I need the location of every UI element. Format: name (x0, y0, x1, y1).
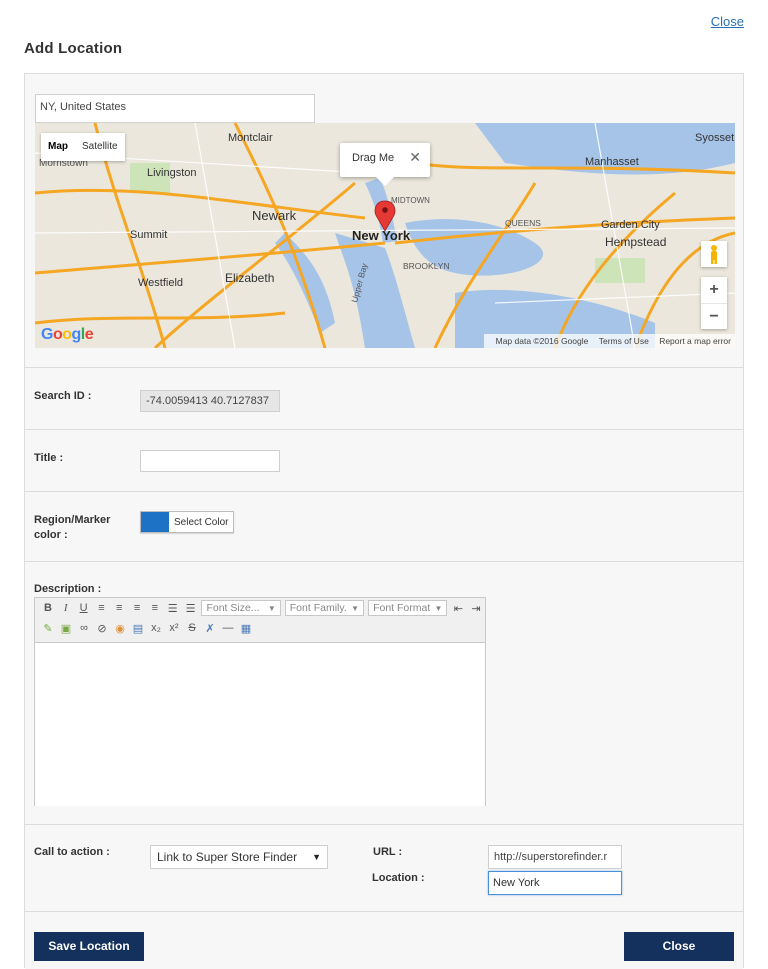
close-button[interactable]: Close (624, 932, 734, 961)
map-type-control: Map Satellite (41, 133, 125, 161)
map-label: MIDTOWN (391, 196, 430, 205)
map-label: New York (352, 228, 411, 243)
save-location-button[interactable]: Save Location (34, 932, 144, 961)
color-swatch (141, 512, 169, 532)
button-row: Save Location Close (25, 911, 743, 969)
google-logo: Google (41, 326, 94, 343)
map-label: Newark (252, 208, 297, 223)
font-format-label: Font Format (373, 602, 431, 614)
unordered-list-icon[interactable]: ☰ (164, 602, 182, 615)
paste-icon[interactable]: ▣ (57, 622, 75, 635)
font-format-select[interactable]: Font Format ▼ (368, 600, 448, 616)
horizontal-rule-icon[interactable]: ― (219, 622, 237, 634)
color-label-line2: color : (34, 529, 68, 541)
map-label: Manhasset (585, 156, 639, 168)
remove-format-icon[interactable]: ✗ (201, 622, 219, 635)
color-row: Region/Marker color : Select Color (25, 491, 743, 561)
select-color-label: Select Color (174, 516, 229, 528)
map-search-input[interactable]: NY, United States (35, 94, 315, 123)
outdent-icon[interactable]: ⇤ (449, 602, 467, 615)
map-type-map-button[interactable]: Map (41, 133, 75, 161)
description-textarea[interactable] (35, 642, 485, 806)
map[interactable]: Montclair Livingston Newark Summit Westf… (35, 123, 735, 348)
search-id-row: Search ID : -74.0059413 40.7127837 (25, 367, 743, 429)
location-form-panel: NY, United States Montclair Livingston N… (24, 73, 744, 969)
map-label: BROOKLYN (403, 261, 450, 271)
chevron-down-icon: ▼ (351, 603, 360, 613)
search-id-field: -74.0059413 40.7127837 (140, 390, 280, 412)
chevron-down-icon: ▼ (312, 852, 321, 862)
align-left-icon[interactable]: ≡ (92, 602, 110, 614)
cta-select[interactable]: Link to Super Store Finder ▼ (150, 845, 328, 869)
location-label: Location : (372, 872, 425, 884)
url-label: URL : (373, 846, 403, 858)
unlink-icon[interactable]: ⊘ (93, 622, 111, 635)
map-label: Elizabeth (225, 271, 274, 285)
close-link[interactable]: Close (711, 14, 744, 29)
align-center-icon[interactable]: ≡ (110, 602, 128, 614)
street-view-pegman-icon[interactable] (701, 241, 727, 267)
strikethrough-icon[interactable]: S (183, 622, 201, 634)
map-label: QUEENS (505, 218, 541, 228)
image-icon[interactable]: ◉ (111, 622, 129, 635)
zoom-in-button[interactable]: + (701, 277, 727, 303)
title-label: Title : (34, 452, 64, 464)
terms-of-use-link[interactable]: Terms of Use (599, 336, 649, 346)
zoom-out-button[interactable]: − (701, 303, 727, 330)
map-data-text: Map data ©2016 Google (495, 336, 589, 346)
map-label: Montclair (228, 132, 273, 144)
location-input[interactable]: New York (488, 871, 622, 895)
map-label: Garden City (601, 219, 660, 231)
zoom-control: + − (701, 277, 727, 329)
indent-icon[interactable]: ⇥ (467, 602, 485, 615)
editor-toolbar-row-1: B I U ≡ ≡ ≡ ≡ ☰ ☰ Font Size... ▼ Font Fam… (35, 598, 485, 618)
font-size-select[interactable]: Font Size... ▼ (201, 600, 281, 616)
select-color-button[interactable]: Select Color (140, 511, 234, 533)
chevron-down-icon: ▼ (267, 603, 276, 613)
close-icon[interactable]: ✕ (409, 149, 421, 166)
map-label: Westfield (138, 277, 183, 289)
chevron-down-icon: ▼ (434, 603, 443, 613)
font-family-label: Font Family. (289, 602, 347, 614)
description-label: Description : (34, 583, 102, 595)
call-to-action-row: Call to action : Link to Super Store Fin… (25, 824, 743, 911)
bold-icon[interactable]: B (39, 602, 57, 614)
marker-bubble-text: Drag Me (352, 152, 395, 164)
ordered-list-icon[interactable]: ☰ (182, 602, 200, 615)
cta-selected-value: Link to Super Store Finder (157, 850, 298, 864)
color-label: Region/Marker color : (34, 513, 110, 543)
marker-info-bubble: Drag Me ✕ (340, 143, 430, 186)
url-input[interactable]: http://superstorefinder.r (488, 845, 622, 869)
title-input[interactable] (140, 450, 280, 472)
description-row: Description : B I U ≡ ≡ ≡ ≡ ☰ ☰ Font Siz… (25, 561, 743, 824)
cta-label: Call to action : (34, 846, 110, 858)
map-attribution: Map data ©2016 Google Terms of Use Repor… (483, 334, 735, 348)
report-map-error-link[interactable]: Report a map error (659, 336, 731, 346)
color-label-line1: Region/Marker (34, 514, 111, 526)
map-label: Syosset (695, 132, 734, 144)
font-size-label: Font Size... (206, 602, 260, 614)
font-family-select[interactable]: Font Family. ▼ (284, 600, 365, 616)
search-id-label: Search ID : (34, 390, 92, 402)
rich-text-editor: B I U ≡ ≡ ≡ ≡ ☰ ☰ Font Size... ▼ Font Fam… (34, 597, 486, 806)
edit-icon[interactable]: ✎ (39, 622, 57, 635)
map-label: Livingston (147, 167, 197, 179)
link-icon[interactable]: ∞ (75, 622, 93, 634)
superscript-icon[interactable]: x² (165, 622, 183, 634)
map-type-satellite-button[interactable]: Satellite (75, 133, 125, 161)
italic-icon[interactable]: I (57, 602, 75, 614)
html-icon[interactable]: ▤ (129, 622, 147, 635)
title-row: Title : (25, 429, 743, 491)
editor-toolbar-row-2: ✎ ▣ ∞ ⊘ ◉ ▤ x₂ x² S ✗ ― ▦ (35, 618, 485, 638)
table-icon[interactable]: ▦ (237, 622, 255, 635)
subscript-icon[interactable]: x₂ (147, 622, 165, 634)
map-label: Hempstead (605, 235, 666, 249)
map-label: Summit (130, 229, 167, 241)
dialog-title: Add Location (24, 40, 123, 57)
align-right-icon[interactable]: ≡ (128, 602, 146, 614)
align-justify-icon[interactable]: ≡ (146, 602, 164, 614)
underline-icon[interactable]: U (75, 602, 93, 614)
